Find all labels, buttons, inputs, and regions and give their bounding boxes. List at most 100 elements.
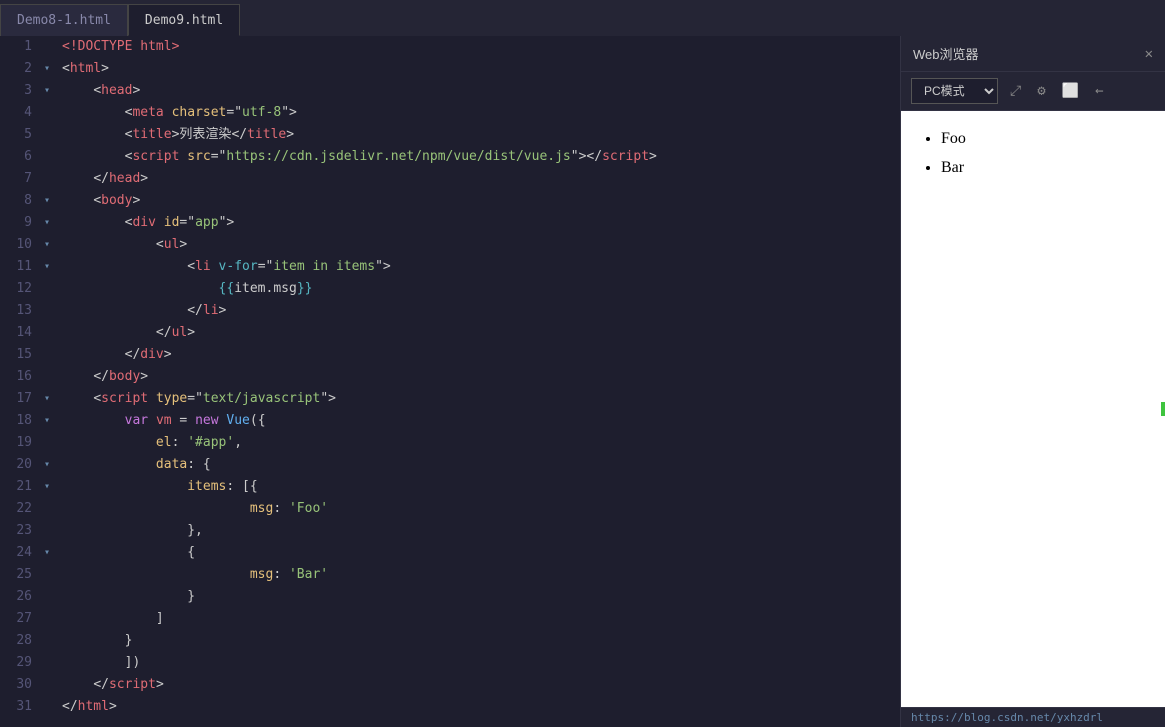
token: " <box>320 391 328 406</box>
token: < <box>62 61 70 76</box>
token: }, <box>187 523 203 538</box>
code-line: 20▾ data: { <box>0 454 900 476</box>
token: < <box>93 391 101 406</box>
line-gutter <box>40 608 54 630</box>
token <box>62 259 187 274</box>
browser-header: Web浏览器 ✕ <box>901 36 1165 72</box>
line-gutter[interactable]: ▾ <box>40 190 54 212</box>
token: id <box>164 215 180 230</box>
tab-demo9[interactable]: Demo9.html <box>128 4 240 36</box>
line-content: msg: 'Bar' <box>54 564 900 586</box>
line-number: 16 <box>0 366 40 388</box>
line-number: 26 <box>0 586 40 608</box>
token: } <box>125 633 133 648</box>
line-number: 31 <box>0 696 40 718</box>
line-gutter <box>40 674 54 696</box>
token: : <box>172 435 188 450</box>
line-gutter[interactable]: ▾ <box>40 476 54 498</box>
token <box>62 149 125 164</box>
token: > <box>286 127 294 142</box>
token: > <box>109 699 117 714</box>
line-gutter[interactable]: ▾ <box>40 454 54 476</box>
editor-panel[interactable]: 1<!DOCTYPE html>2▾<html>3▾ <head>4 <meta… <box>0 36 900 727</box>
line-gutter[interactable]: ▾ <box>40 212 54 234</box>
token <box>62 655 125 670</box>
line-number: 5 <box>0 124 40 146</box>
line-gutter <box>40 564 54 586</box>
line-gutter <box>40 432 54 454</box>
token: : <box>273 501 289 516</box>
line-gutter <box>40 168 54 190</box>
tab-demo9-label: Demo9.html <box>145 13 223 28</box>
line-content: {{item.msg}} <box>54 278 900 300</box>
token: </ <box>187 303 203 318</box>
line-gutter[interactable]: ▾ <box>40 410 54 432</box>
mode-select[interactable]: PC模式 手机模式 <box>911 78 998 104</box>
token: : <box>273 567 289 582</box>
split-icon[interactable]: ⬜ <box>1058 81 1083 101</box>
preview-list-item: Foo <box>941 125 1149 154</box>
token: msg <box>250 501 273 516</box>
token: </ <box>93 171 109 186</box>
token <box>62 545 187 560</box>
line-gutter[interactable]: ▾ <box>40 388 54 410</box>
token: script <box>132 149 187 164</box>
token: }} <box>297 281 313 296</box>
token <box>62 281 219 296</box>
preview-list-item: Bar <box>941 154 1149 183</box>
token: '#app' <box>187 435 234 450</box>
line-gutter[interactable]: ▾ <box>40 234 54 256</box>
token: } <box>187 589 195 604</box>
token <box>62 347 125 362</box>
token: > <box>226 215 234 230</box>
preview-list: FooBar <box>917 125 1149 183</box>
line-content: { <box>54 542 900 564</box>
token <box>62 413 125 428</box>
token: 'Foo' <box>289 501 328 516</box>
line-number: 13 <box>0 300 40 322</box>
token: > <box>383 259 391 274</box>
line-gutter <box>40 498 54 520</box>
line-content: <head> <box>54 80 900 102</box>
line-number: 10 <box>0 234 40 256</box>
code-line: 15 </div> <box>0 344 900 366</box>
green-indicator <box>1161 402 1165 416</box>
rotate-icon[interactable]: ⤢ <box>1006 81 1025 101</box>
code-line: 27 ] <box>0 608 900 630</box>
tab-demo8[interactable]: Demo8-1.html <box>0 4 128 36</box>
token: " <box>281 105 289 120</box>
line-gutter <box>40 36 54 58</box>
token: < <box>93 83 101 98</box>
token: </ <box>231 127 247 142</box>
token: { <box>187 545 195 560</box>
token: li <box>203 303 219 318</box>
line-gutter[interactable]: ▾ <box>40 256 54 278</box>
token: ul <box>164 237 180 252</box>
token: : { <box>187 457 210 472</box>
token: ] <box>156 611 164 626</box>
line-number: 3 <box>0 80 40 102</box>
code-line: 19 el: '#app', <box>0 432 900 454</box>
line-content: <html> <box>54 58 900 80</box>
settings-icon[interactable]: ⚙ <box>1033 81 1049 101</box>
browser-close-button[interactable]: ✕ <box>1145 46 1153 62</box>
line-number: 4 <box>0 102 40 124</box>
token: =" <box>258 259 274 274</box>
line-gutter[interactable]: ▾ <box>40 542 54 564</box>
line-gutter[interactable]: ▾ <box>40 58 54 80</box>
token: {{ <box>219 281 235 296</box>
line-number: 30 <box>0 674 40 696</box>
token: </ <box>93 369 109 384</box>
line-number: 19 <box>0 432 40 454</box>
token: meta <box>132 105 171 120</box>
token: var <box>125 413 156 428</box>
token: ul <box>172 325 188 340</box>
token: body <box>109 369 140 384</box>
token: new <box>195 413 226 428</box>
line-content: var vm = new Vue({ <box>54 410 900 432</box>
code-line: 5 <title>列表渲染</title> <box>0 124 900 146</box>
back-icon[interactable]: ← <box>1091 81 1107 101</box>
line-gutter[interactable]: ▾ <box>40 80 54 102</box>
line-number: 12 <box>0 278 40 300</box>
line-number: 15 <box>0 344 40 366</box>
